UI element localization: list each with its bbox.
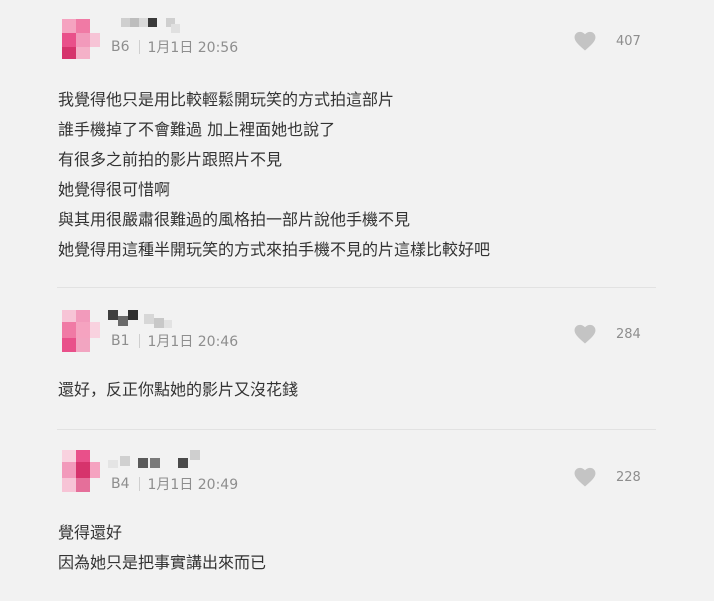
comment-line: 覺得還好	[58, 523, 123, 542]
avatar[interactable]	[58, 310, 102, 354]
comment-line: 我覺得他只是用比較輕鬆開玩笑的方式拍這部片	[58, 90, 395, 109]
comment-line: 她覺得很可惜啊	[58, 180, 171, 199]
avatar[interactable]	[58, 450, 102, 494]
comment-item: B6 1月1日 20:56 407 我覺得他只是用比較輕鬆開玩笑的方式拍這部片 …	[0, 0, 714, 288]
username-blurred[interactable]	[121, 16, 181, 33]
username-blurred[interactable]	[108, 450, 204, 472]
like-button[interactable]: 284	[574, 324, 646, 344]
comment-date: 1月1日 20:46	[147, 334, 239, 350]
comment-date: 1月1日 20:49	[147, 477, 239, 493]
username-blurred[interactable]	[108, 310, 176, 332]
comment-meta: B6 1月1日 20:56	[111, 37, 238, 57]
like-count: 407	[616, 33, 641, 49]
meta-divider	[138, 334, 140, 348]
like-button[interactable]: 228	[574, 467, 646, 487]
meta-divider	[138, 477, 140, 491]
like-count: 228	[616, 469, 641, 485]
comment-body: 覺得還好 因為她只是把事實講出來而已	[58, 518, 266, 578]
floor-number[interactable]: B6	[111, 39, 130, 55]
comment-item: B4 1月1日 20:49 228 覺得還好 因為她只是把事實講出來而已	[0, 430, 714, 601]
comment-line: 還好，反正你點她的影片又沒花錢	[58, 380, 299, 399]
comment-body: 還好，反正你點她的影片又沒花錢	[58, 375, 298, 405]
heart-icon[interactable]	[574, 324, 596, 344]
floor-number[interactable]: B1	[111, 333, 130, 349]
comment-line: 誰手機掉了不會難過 加上裡面她也說了	[58, 120, 336, 139]
comment-body: 我覺得他只是用比較輕鬆開玩笑的方式拍這部片 誰手機掉了不會難過 加上裡面她也說了…	[58, 85, 490, 265]
comment-item: B1 1月1日 20:46 284 還好，反正你點她的影片又沒花錢	[0, 288, 714, 430]
meta-divider	[138, 40, 140, 54]
comment-line: 她覺得用這種半開玩笑的方式來拍手機不見的片這樣比較好吧	[58, 240, 491, 259]
comment-date: 1月1日 20:56	[147, 40, 239, 56]
floor-number[interactable]: B4	[111, 476, 130, 492]
comment-meta: B1 1月1日 20:46	[111, 331, 238, 351]
comment-line: 有很多之前拍的影片跟照片不見	[58, 150, 283, 169]
heart-icon[interactable]	[574, 467, 596, 487]
avatar[interactable]	[58, 17, 102, 61]
comment-line: 與其用很嚴肅很難過的風格拍一部片說他手機不見	[58, 210, 411, 229]
comment-meta: B4 1月1日 20:49	[111, 474, 238, 494]
heart-icon[interactable]	[574, 31, 596, 51]
like-button[interactable]: 407	[574, 31, 646, 51]
comment-line: 因為她只是把事實講出來而已	[58, 553, 267, 572]
like-count: 284	[616, 326, 641, 342]
